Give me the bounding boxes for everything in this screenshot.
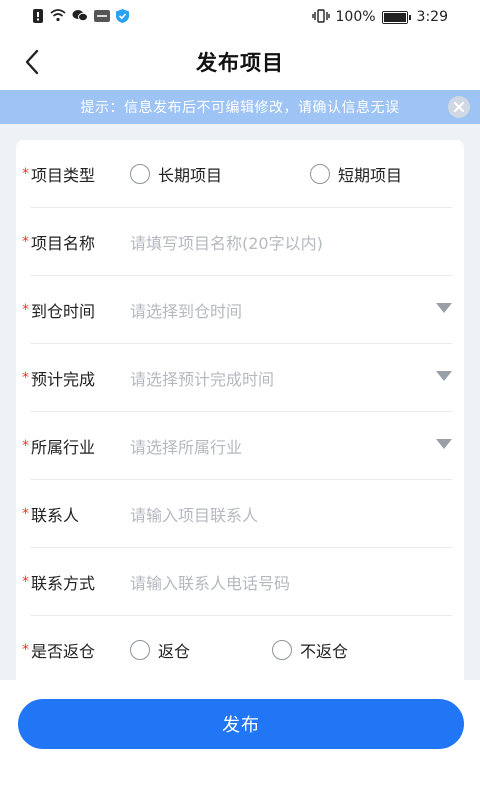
nav-bar: 发布项目 (0, 34, 480, 90)
radio-short-term[interactable]: 短期项目 (310, 162, 402, 186)
label-text: 所属行业 (31, 438, 96, 457)
radio-circle (272, 640, 292, 660)
radio-circle (130, 640, 150, 660)
close-icon (454, 102, 464, 112)
dropdown-arrow-icon[interactable] (436, 371, 452, 381)
label-text: 到仓时间 (31, 302, 96, 321)
status-bar-left (32, 8, 129, 26)
vibrate-icon (311, 8, 330, 26)
required-mark: * (22, 438, 29, 454)
back-button[interactable] (14, 44, 50, 80)
label-return-warehouse: * 是否返仓 (22, 638, 95, 662)
label-expected-completion: * 预计完成 (22, 366, 95, 390)
row-arrival-time[interactable]: * 到仓时间 请选择到仓时间 (16, 276, 464, 344)
radio-circle (130, 164, 150, 184)
notice-banner: 提示：信息发布后不可编辑修改，请确认信息无误 (0, 90, 480, 124)
label-project-name: * 项目名称 (22, 230, 95, 254)
notice-close-button[interactable] (448, 96, 470, 118)
radio-long-term[interactable]: 长期项目 (130, 162, 222, 186)
contact-person-input[interactable]: 请输入项目联系人 (130, 502, 258, 526)
required-mark: * (22, 234, 29, 250)
page-title: 发布项目 (196, 51, 284, 75)
label-contact-person: * 联系人 (22, 502, 79, 526)
label-text: 项目名称 (31, 234, 96, 253)
label-text: 联系人 (31, 506, 80, 525)
label-text: 预计完成 (31, 370, 96, 389)
notification-icon (32, 8, 44, 26)
label-arrival-time: * 到仓时间 (22, 298, 95, 322)
radio-label: 长期项目 (158, 166, 223, 185)
notice-text: 提示：信息发布后不可编辑修改，请确认信息无误 (80, 100, 400, 116)
row-return-warehouse: * 是否返仓 返仓 不返仓 (16, 616, 464, 684)
battery-icon (381, 10, 411, 24)
wechat-icon (72, 9, 88, 25)
label-text: 联系方式 (31, 574, 96, 593)
contact-phone-input[interactable]: 请输入联系人电话号码 (130, 570, 290, 594)
dropdown-arrow-icon[interactable] (436, 439, 452, 449)
battery-percent: 100% (335, 9, 376, 25)
label-contact-method: * 联系方式 (22, 570, 95, 594)
completion-time-select[interactable]: 请选择预计完成时间 (130, 366, 274, 390)
required-mark: * (22, 574, 29, 590)
label-industry: * 所属行业 (22, 434, 95, 458)
radio-label: 不返仓 (300, 642, 349, 661)
label-text: 项目类型 (31, 166, 96, 185)
label-text: 是否返仓 (31, 642, 96, 661)
industry-select[interactable]: 请选择所属行业 (130, 434, 242, 458)
row-industry[interactable]: * 所属行业 请选择所属行业 (16, 412, 464, 480)
required-mark: * (22, 506, 29, 522)
label-project-type: * 项目类型 (22, 162, 95, 186)
radio-label: 返仓 (158, 642, 191, 661)
arrival-time-select[interactable]: 请选择到仓时间 (130, 298, 242, 322)
dropdown-arrow-icon[interactable] (436, 303, 452, 313)
row-project-type: * 项目类型 长期项目 短期项目 (16, 140, 464, 208)
required-mark: * (22, 642, 29, 658)
radio-label: 短期项目 (338, 166, 403, 185)
form-card: * 项目类型 长期项目 短期项目 * 项目名称 请填写项目名称(20字以内) *… (16, 140, 464, 680)
status-bar-right: 100% 3:29 (311, 8, 448, 26)
row-contact-person[interactable]: * 联系人 请输入项目联系人 (16, 480, 464, 548)
row-project-name[interactable]: * 项目名称 请填写项目名称(20字以内) (16, 208, 464, 276)
required-mark: * (22, 370, 29, 386)
row-contact-method[interactable]: * 联系方式 请输入联系人电话号码 (16, 548, 464, 616)
status-time: 3:29 (416, 9, 448, 25)
chevron-left-icon (25, 49, 39, 75)
wifi-icon (50, 9, 66, 25)
row-expected-completion[interactable]: * 预计完成 请选择预计完成时间 (16, 344, 464, 412)
project-name-input[interactable]: 请填写项目名称(20字以内) (130, 230, 323, 254)
shield-icon (116, 8, 129, 26)
radio-no-return[interactable]: 不返仓 (272, 638, 348, 662)
publish-button[interactable]: 发布 (18, 699, 464, 749)
required-mark: * (22, 302, 29, 318)
app-notification-icon (94, 9, 110, 25)
status-bar: 100% 3:29 (0, 0, 480, 34)
radio-circle (310, 164, 330, 184)
required-mark: * (22, 166, 29, 182)
radio-return[interactable]: 返仓 (130, 638, 190, 662)
